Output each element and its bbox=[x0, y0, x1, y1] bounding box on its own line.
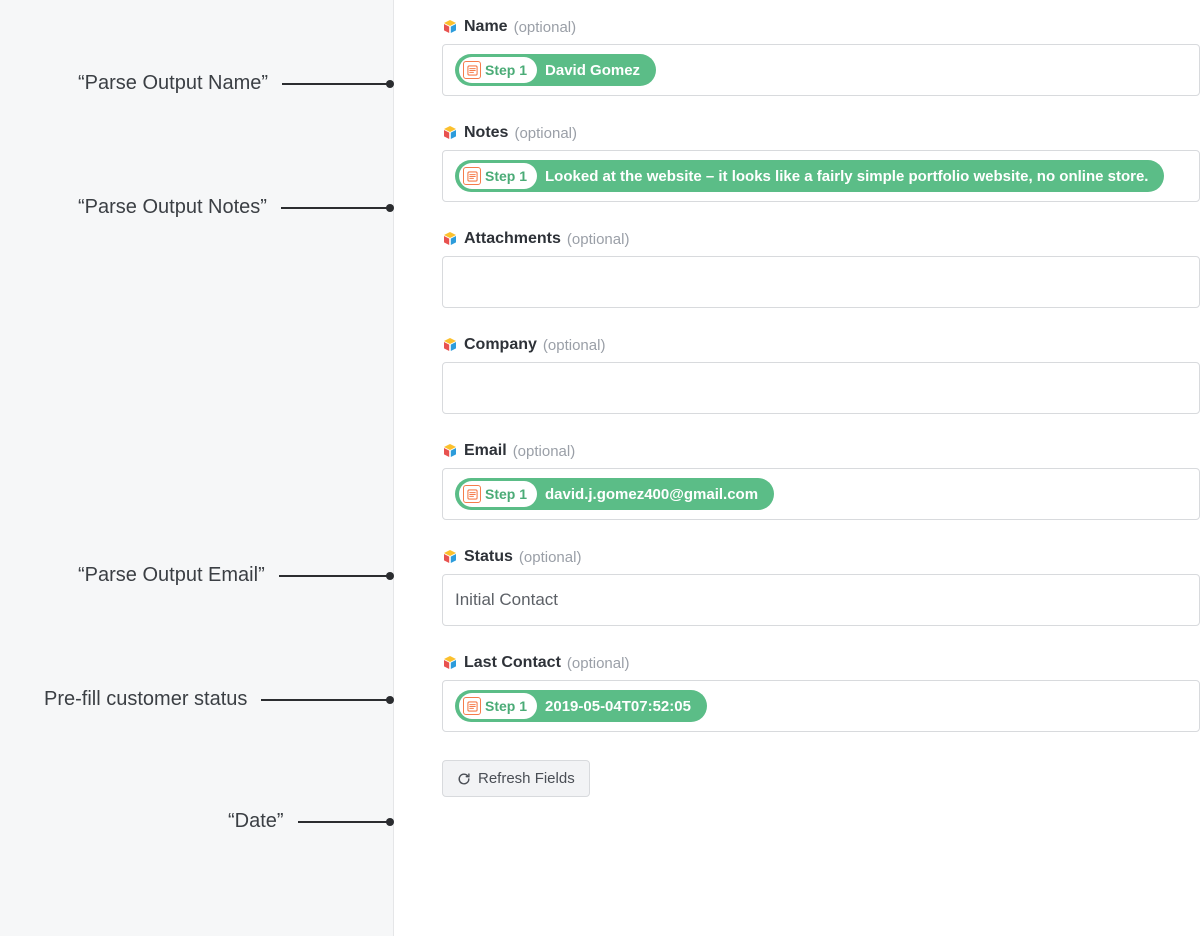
formatter-icon bbox=[463, 61, 481, 79]
company-input[interactable] bbox=[442, 362, 1200, 414]
field-label-row: Company (optional) bbox=[442, 336, 1200, 354]
field-company: Company (optional) bbox=[442, 336, 1200, 414]
field-label: Status bbox=[464, 548, 513, 566]
refresh-label: Refresh Fields bbox=[478, 770, 575, 787]
field-status: Status (optional) Initial Contact bbox=[442, 548, 1200, 626]
annotation-name-text: “Parse Output Name” bbox=[78, 72, 268, 95]
refresh-icon bbox=[457, 772, 471, 786]
annotation-line bbox=[279, 575, 393, 577]
status-input[interactable]: Initial Contact bbox=[442, 574, 1200, 626]
field-label-row: Name (optional) bbox=[442, 18, 1200, 36]
annotation-column: “Parse Output Name” “Parse Output Notes”… bbox=[0, 0, 394, 936]
annotation-notes: “Parse Output Notes” bbox=[78, 196, 393, 219]
last-contact-input[interactable]: Step 1 2019-05-04T07:52:05 bbox=[442, 680, 1200, 732]
field-optional: (optional) bbox=[519, 549, 582, 566]
annotation-status-text: Pre-fill customer status bbox=[44, 688, 247, 711]
pill-head: Step 1 bbox=[459, 163, 537, 189]
field-label: Last Contact bbox=[464, 654, 561, 672]
field-attachments: Attachments (optional) bbox=[442, 230, 1200, 308]
field-label: Notes bbox=[464, 124, 508, 142]
formatter-icon bbox=[463, 697, 481, 715]
field-label-row: Email (optional) bbox=[442, 442, 1200, 460]
form-column: Name (optional) Step 1 David Gomez bbox=[394, 0, 1200, 936]
formatter-icon bbox=[463, 167, 481, 185]
airtable-icon bbox=[442, 443, 458, 459]
annotation-notes-text: “Parse Output Notes” bbox=[78, 196, 267, 219]
refresh-fields-button[interactable]: Refresh Fields bbox=[442, 760, 590, 797]
field-label-row: Last Contact (optional) bbox=[442, 654, 1200, 672]
email-input[interactable]: Step 1 david.j.gomez400@gmail.com bbox=[442, 468, 1200, 520]
annotation-line bbox=[298, 821, 393, 823]
field-pill[interactable]: Step 1 Looked at the website – it looks … bbox=[455, 160, 1164, 192]
field-label-row: Attachments (optional) bbox=[442, 230, 1200, 248]
field-optional: (optional) bbox=[567, 655, 630, 672]
field-pill[interactable]: Step 1 David Gomez bbox=[455, 54, 656, 86]
pill-value: David Gomez bbox=[537, 62, 652, 79]
pill-head: Step 1 bbox=[459, 57, 537, 83]
pill-value: Looked at the website – it looks like a … bbox=[537, 168, 1160, 185]
pill-head: Step 1 bbox=[459, 693, 537, 719]
annotation-line bbox=[261, 699, 393, 701]
annotation-line bbox=[281, 207, 393, 209]
field-optional: (optional) bbox=[514, 19, 577, 36]
field-label-row: Notes (optional) bbox=[442, 124, 1200, 142]
field-optional: (optional) bbox=[513, 443, 576, 460]
annotation-email-text: “Parse Output Email” bbox=[78, 564, 265, 587]
pill-value: 2019-05-04T07:52:05 bbox=[537, 698, 703, 715]
formatter-icon bbox=[463, 485, 481, 503]
annotation-line bbox=[282, 83, 393, 85]
field-optional: (optional) bbox=[543, 337, 606, 354]
status-value: Initial Contact bbox=[455, 586, 558, 614]
field-label: Attachments bbox=[464, 230, 561, 248]
pill-head: Step 1 bbox=[459, 481, 537, 507]
field-notes: Notes (optional) Step 1 Looked at the we… bbox=[442, 124, 1200, 202]
airtable-icon bbox=[442, 549, 458, 565]
annotation-email: “Parse Output Email” bbox=[78, 564, 393, 587]
pill-step: Step 1 bbox=[485, 698, 527, 714]
annotation-status: Pre-fill customer status bbox=[44, 688, 393, 711]
field-label: Email bbox=[464, 442, 507, 460]
field-optional: (optional) bbox=[567, 231, 630, 248]
pill-step: Step 1 bbox=[485, 62, 527, 78]
field-last-contact: Last Contact (optional) Step 1 2019-05-0… bbox=[442, 654, 1200, 732]
field-name: Name (optional) Step 1 David Gomez bbox=[442, 18, 1200, 96]
pill-step: Step 1 bbox=[485, 168, 527, 184]
field-optional: (optional) bbox=[514, 125, 577, 142]
attachments-input[interactable] bbox=[442, 256, 1200, 308]
field-pill[interactable]: Step 1 2019-05-04T07:52:05 bbox=[455, 690, 707, 722]
field-pill[interactable]: Step 1 david.j.gomez400@gmail.com bbox=[455, 478, 774, 510]
annotation-date-text: “Date” bbox=[228, 810, 284, 833]
airtable-icon bbox=[442, 125, 458, 141]
field-label: Company bbox=[464, 336, 537, 354]
airtable-icon bbox=[442, 19, 458, 35]
annotation-date: “Date” bbox=[228, 810, 393, 833]
pill-value: david.j.gomez400@gmail.com bbox=[537, 486, 770, 503]
annotation-name: “Parse Output Name” bbox=[78, 72, 393, 95]
name-input[interactable]: Step 1 David Gomez bbox=[442, 44, 1200, 96]
field-email: Email (optional) Step 1 david.j.gomez400… bbox=[442, 442, 1200, 520]
airtable-icon bbox=[442, 231, 458, 247]
field-label: Name bbox=[464, 18, 508, 36]
airtable-icon bbox=[442, 655, 458, 671]
pill-step: Step 1 bbox=[485, 486, 527, 502]
airtable-icon bbox=[442, 337, 458, 353]
notes-input[interactable]: Step 1 Looked at the website – it looks … bbox=[442, 150, 1200, 202]
field-label-row: Status (optional) bbox=[442, 548, 1200, 566]
